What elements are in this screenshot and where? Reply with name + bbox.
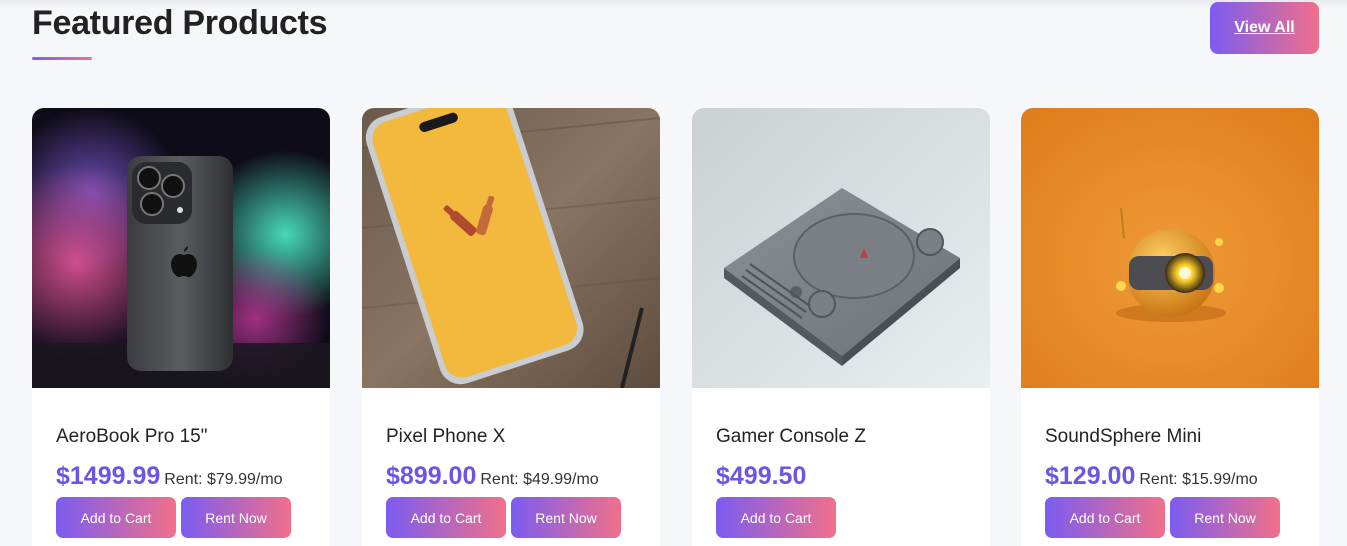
rent-price: Rent: $49.99/mo — [480, 471, 599, 488]
product-image-phone[interactable] — [32, 108, 330, 388]
price-row: $1499.99 Rent: $79.99/mo — [56, 462, 283, 491]
product-card[interactable]: Pixel Phone X $899.00 Rent: $49.99/mo Ad… — [362, 108, 660, 546]
rent-now-button[interactable]: Rent Now — [1170, 497, 1280, 538]
product-image-console[interactable] — [692, 108, 990, 388]
rent-price: Rent: $79.99/mo — [164, 471, 283, 488]
game-console-photo — [692, 108, 990, 388]
product-price: $1499.99 — [56, 462, 161, 490]
speaker-drone-photo — [1021, 108, 1319, 388]
add-to-cart-button[interactable]: Add to Cart — [56, 497, 176, 538]
product-card[interactable]: Gamer Console Z $499.50 Add to Cart — [692, 108, 990, 546]
add-to-cart-button[interactable]: Add to Cart — [386, 497, 506, 538]
product-name[interactable]: Pixel Phone X — [386, 426, 505, 448]
add-to-cart-button[interactable]: Add to Cart — [716, 497, 836, 538]
rent-now-button[interactable]: Rent Now — [511, 497, 621, 538]
rent-now-button[interactable]: Rent Now — [181, 497, 291, 538]
price-row: $499.50 — [716, 462, 806, 491]
product-name[interactable]: Gamer Console Z — [716, 426, 866, 448]
product-price: $129.00 — [1045, 462, 1136, 490]
product-card[interactable]: AeroBook Pro 15" $1499.99 Rent: $79.99/m… — [32, 108, 330, 546]
rent-price: Rent: $15.99/mo — [1139, 471, 1258, 488]
product-price: $499.50 — [716, 462, 807, 490]
title-underline — [32, 57, 92, 60]
smartphone-photo — [32, 108, 330, 388]
price-row: $129.00 Rent: $15.99/mo — [1045, 462, 1258, 491]
section-title: Featured Products — [32, 4, 328, 42]
product-image-speaker[interactable] — [1021, 108, 1319, 388]
product-price: $899.00 — [386, 462, 477, 490]
add-to-cart-button[interactable]: Add to Cart — [1045, 497, 1165, 538]
product-name[interactable]: AeroBook Pro 15" — [56, 426, 207, 448]
price-row: $899.00 Rent: $49.99/mo — [386, 462, 599, 491]
yellow-phone-photo — [362, 108, 660, 388]
view-all-button[interactable]: View All — [1210, 2, 1319, 54]
product-name[interactable]: SoundSphere Mini — [1045, 426, 1201, 448]
product-card[interactable]: SoundSphere Mini $129.00 Rent: $15.99/mo… — [1021, 108, 1319, 546]
product-image-phone-yellow[interactable] — [362, 108, 660, 388]
